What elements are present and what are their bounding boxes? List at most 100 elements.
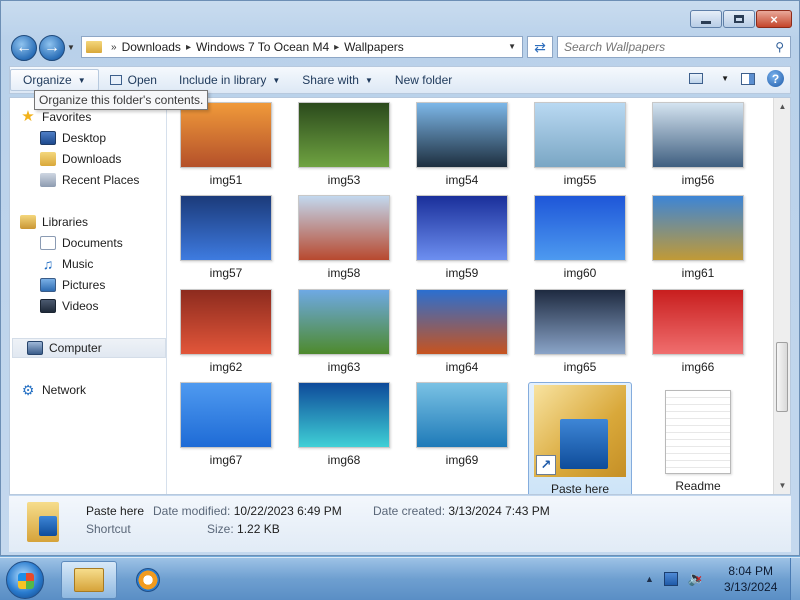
file-item[interactable]: img58 — [292, 195, 396, 280]
file-item[interactable]: img66 — [646, 289, 750, 374]
breadcrumb-downloads[interactable]: Downloads — [122, 40, 181, 54]
refresh-button[interactable]: ⇄ — [527, 36, 553, 58]
file-item-label: img58 — [327, 266, 361, 280]
volume-muted-icon[interactable]: 🔈 × — [688, 570, 705, 587]
file-item-label: img66 — [681, 360, 715, 374]
nav-libraries[interactable]: Libraries — [20, 212, 88, 232]
breadcrumb-windows7-to-ocean[interactable]: Windows 7 To Ocean M4 — [196, 40, 329, 54]
file-item[interactable]: img51 — [174, 102, 278, 187]
scroll-up-icon[interactable]: ▲ — [774, 98, 791, 115]
file-item[interactable]: img65 — [528, 289, 632, 374]
nav-downloads-label: Downloads — [62, 152, 122, 166]
arrow-right-icon: → — [44, 39, 60, 56]
recent-places-icon — [40, 173, 56, 187]
chevron-down-icon: ▼ — [272, 75, 281, 85]
show-desktop-button[interactable] — [790, 558, 800, 600]
taskbar: ▲ 🔈 × 8:04 PM 3/13/2024 — [0, 557, 800, 600]
scrollbar-thumb[interactable] — [776, 342, 788, 412]
file-item[interactable]: img69 — [410, 382, 514, 467]
refresh-icon: ⇄ — [534, 38, 546, 55]
file-item[interactable]: img59 — [410, 195, 514, 280]
image-thumbnail — [180, 195, 272, 261]
address-bar[interactable]: » Downloads ▸ Windows 7 To Ocean M4 ▸ Wa… — [81, 36, 523, 58]
breadcrumb-wallpapers[interactable]: Wallpapers — [344, 40, 404, 54]
address-dropdown-icon[interactable]: ▼ — [508, 42, 516, 51]
details-file-name: Paste here — [86, 504, 145, 518]
file-item[interactable]: img68 — [292, 382, 396, 467]
file-item[interactable]: Readme — [646, 382, 750, 493]
folder-icon — [86, 41, 102, 53]
nav-favorites[interactable]: ★ Favorites — [20, 107, 91, 127]
maximize-button[interactable] — [723, 10, 755, 28]
include-in-library-button[interactable]: Include in library ▼ — [168, 69, 291, 91]
nav-recent-places[interactable]: Recent Places — [40, 170, 139, 190]
back-button[interactable]: ← — [11, 35, 37, 61]
nav-music[interactable]: ♫ Music — [40, 254, 94, 274]
taskbar-media-player[interactable] — [120, 561, 176, 599]
clock-date: 3/13/2024 — [724, 580, 778, 594]
show-hidden-icons-icon[interactable]: ▲ — [645, 574, 654, 584]
nav-pictures[interactable]: Pictures — [40, 275, 105, 295]
image-thumbnail — [298, 289, 390, 355]
share-with-button[interactable]: Share with ▼ — [291, 69, 384, 91]
details-file-type: Shortcut — [86, 522, 131, 536]
libraries-icon — [20, 215, 36, 229]
preview-pane-icon[interactable] — [741, 72, 755, 85]
help-button[interactable]: ? — [767, 70, 784, 87]
network-status-icon[interactable] — [663, 571, 678, 586]
nav-desktop[interactable]: Desktop — [40, 128, 106, 148]
explorer-icon — [74, 568, 104, 592]
image-thumbnail — [416, 289, 508, 355]
breadcrumb-arrow[interactable]: ▸ — [186, 42, 191, 53]
taskbar-explorer[interactable] — [61, 561, 117, 599]
vertical-scrollbar[interactable]: ▲ ▼ — [773, 98, 790, 494]
file-item[interactable]: img67 — [174, 382, 278, 467]
recent-pages-dropdown[interactable]: ▼ — [67, 43, 75, 52]
new-folder-label: New folder — [394, 73, 453, 87]
nav-pictures-label: Pictures — [62, 278, 106, 292]
desktop-icon — [40, 131, 56, 145]
change-view-icon[interactable] — [689, 73, 704, 84]
minimize-button[interactable] — [690, 10, 722, 28]
open-button[interactable]: Open — [99, 69, 168, 91]
file-item[interactable]: img54 — [410, 102, 514, 187]
search-input[interactable] — [564, 40, 764, 54]
scroll-down-icon[interactable]: ▼ — [774, 477, 791, 494]
file-item[interactable]: img61 — [646, 195, 750, 280]
image-thumbnail — [298, 102, 390, 168]
file-item[interactable]: img53 — [292, 102, 396, 187]
nav-network[interactable]: ⚙ Network — [20, 380, 86, 400]
breadcrumb-arrow[interactable]: ▸ — [334, 42, 339, 53]
file-item[interactable]: ↗ Paste here — [528, 382, 632, 494]
organize-button[interactable]: Organize ▼ — [10, 69, 99, 91]
file-item[interactable]: img62 — [174, 289, 278, 374]
star-icon: ★ — [21, 108, 35, 125]
file-item-label: img61 — [681, 266, 715, 280]
file-item[interactable]: img60 — [528, 195, 632, 280]
file-item-label: img60 — [563, 266, 597, 280]
shortcut-folder-icon — [27, 502, 59, 542]
view-options-dropdown[interactable]: ▼ — [721, 74, 729, 83]
computer-icon — [27, 341, 43, 355]
file-item[interactable]: img57 — [174, 195, 278, 280]
clock[interactable]: 8:04 PM 3/13/2024 — [724, 563, 777, 595]
start-button[interactable] — [6, 561, 44, 599]
nav-documents[interactable]: Documents — [40, 233, 123, 253]
file-item-label: img67 — [209, 453, 243, 467]
forward-button[interactable]: → — [39, 35, 65, 61]
nav-videos[interactable]: Videos — [40, 296, 98, 316]
new-folder-button[interactable]: New folder — [384, 69, 463, 91]
file-list: img51 img53 img54 img55 img56 img57 img58 img59… — [168, 98, 773, 494]
search-icon[interactable]: ⚲ — [775, 40, 784, 54]
file-item[interactable]: img56 — [646, 102, 750, 187]
breadcrumb-separator[interactable]: » — [111, 42, 117, 53]
file-item[interactable]: img55 — [528, 102, 632, 187]
file-item[interactable]: img64 — [410, 289, 514, 374]
file-item-label: img62 — [209, 360, 243, 374]
nav-computer[interactable]: Computer — [12, 338, 166, 358]
close-button[interactable]: × — [756, 10, 792, 28]
file-item-label: img65 — [563, 360, 597, 374]
file-item[interactable]: img63 — [292, 289, 396, 374]
nav-downloads[interactable]: Downloads — [40, 149, 121, 169]
maximize-icon — [734, 15, 744, 23]
